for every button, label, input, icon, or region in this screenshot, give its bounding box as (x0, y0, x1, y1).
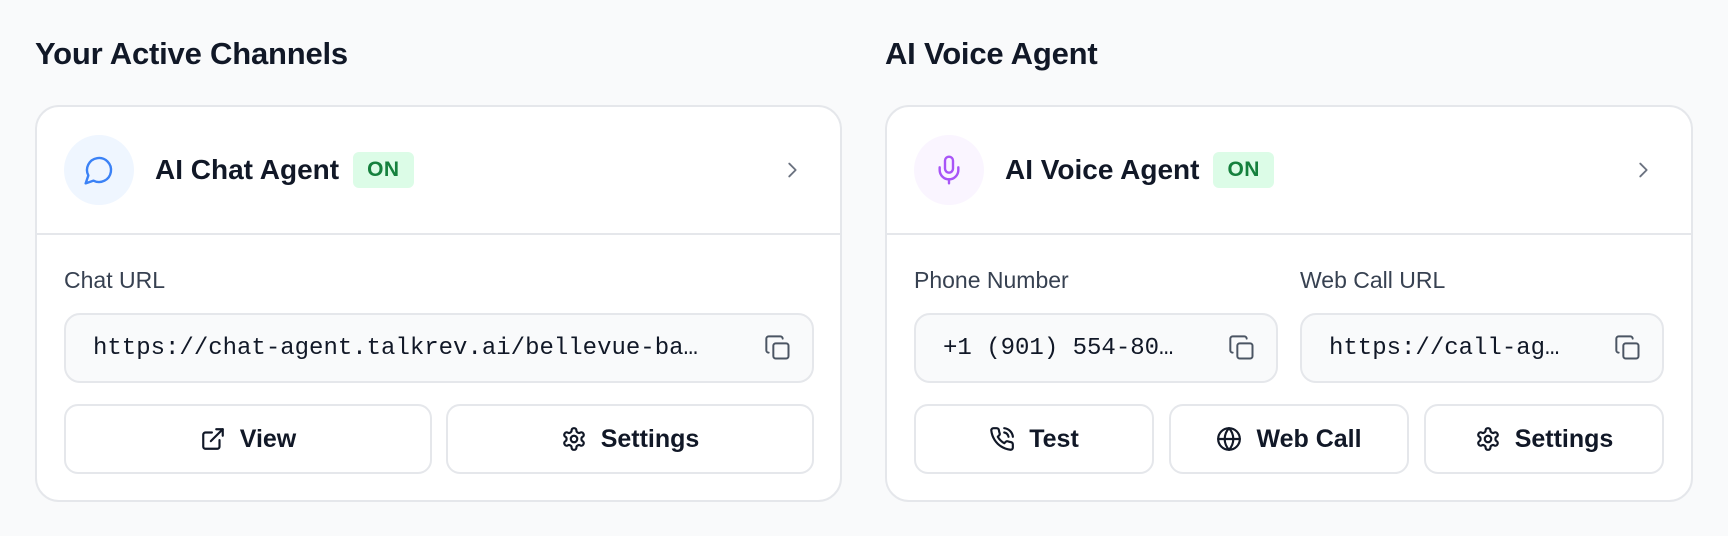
microphone-icon (914, 135, 984, 205)
web-call-button[interactable]: Web Call (1169, 404, 1409, 474)
voice-agent-header[interactable]: AI Voice Agent ON (887, 107, 1691, 235)
chat-settings-button[interactable]: Settings (446, 404, 814, 474)
phone-number-label: Phone Number (914, 267, 1069, 293)
gear-icon (562, 427, 585, 451)
chat-agent-name: AI Chat Agent (155, 154, 340, 185)
copy-icon[interactable] (762, 332, 794, 364)
chat-agent-card: AI Chat Agent ON Chat URL https://chat-a… (35, 105, 842, 502)
view-button[interactable]: View (64, 404, 432, 474)
gear-icon (1476, 427, 1499, 451)
chat-agent-header[interactable]: AI Chat Agent ON (37, 107, 840, 235)
chat-settings-label: Settings (600, 424, 700, 453)
chat-url-label: Chat URL (64, 267, 165, 293)
web-call-url-field[interactable]: https://call-ag… (1300, 313, 1664, 383)
chevron-right-icon[interactable] (1631, 158, 1655, 182)
copy-icon[interactable] (1612, 332, 1644, 364)
voice-settings-button[interactable]: Settings (1424, 404, 1664, 474)
test-button[interactable]: Test (914, 404, 1154, 474)
web-call-button-label: Web Call (1256, 424, 1362, 453)
section-title: AI Voice Agent (885, 36, 1098, 71)
chat-url-field[interactable]: https://chat-agent.talkrev.ai/bellevue-b… (64, 313, 814, 383)
voice-agent-card: AI Voice Agent ON Phone Number +1 (901) … (885, 105, 1693, 502)
status-badge: ON (1213, 152, 1274, 188)
phone-number-value: +1 (901) 554-80… (943, 334, 1174, 362)
external-link-icon (201, 428, 224, 450)
view-button-label: View (239, 424, 297, 453)
web-call-url-value: https://call-ag… (1329, 334, 1560, 362)
voice-settings-label: Settings (1514, 424, 1614, 453)
web-call-url-label: Web Call URL (1300, 267, 1446, 293)
phone-icon (990, 427, 1015, 451)
chat-url-value: https://chat-agent.talkrev.ai/bellevue-b… (93, 334, 698, 362)
section-title: Your Active Channels (35, 36, 348, 71)
status-badge: ON (353, 152, 414, 188)
test-button-label: Test (1029, 424, 1079, 453)
voice-agent-name: AI Voice Agent (1005, 154, 1200, 185)
globe-icon (1217, 427, 1242, 451)
chevron-right-icon[interactable] (780, 158, 804, 182)
copy-icon[interactable] (1226, 332, 1258, 364)
phone-number-field[interactable]: +1 (901) 554-80… (914, 313, 1278, 383)
chat-bubble-icon (64, 135, 134, 205)
